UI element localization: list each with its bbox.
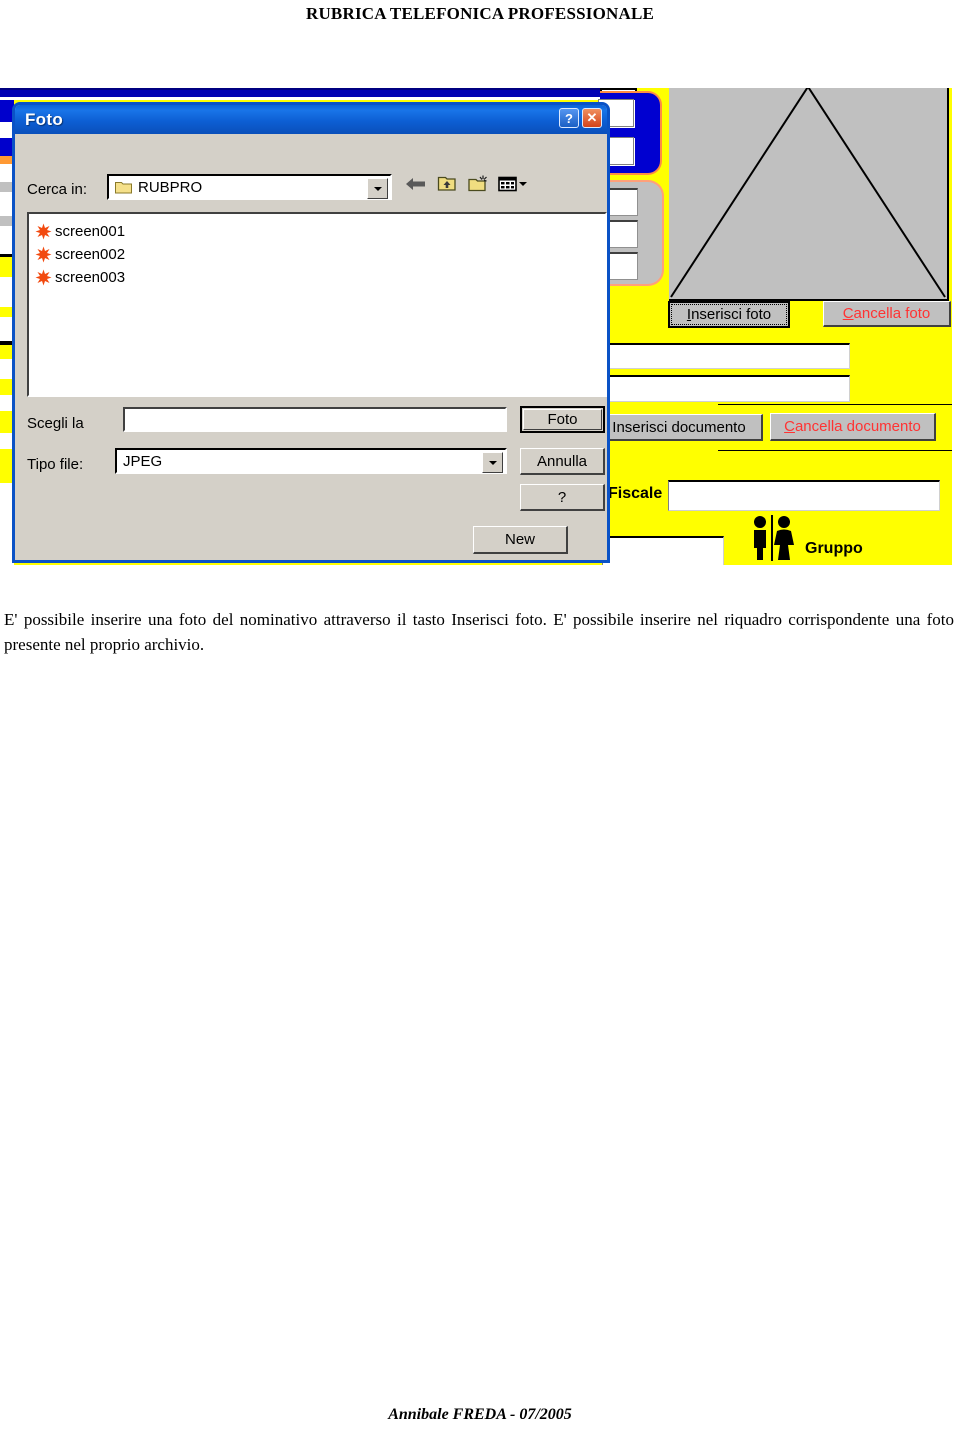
bg-text-field-bottom[interactable] <box>602 536 724 565</box>
dialog-window-buttons: ? ✕ <box>559 108 602 128</box>
people-icon <box>754 515 794 561</box>
screenshot-figure: Inserisci foto Cancella foto Inserisci d… <box>0 88 952 565</box>
open-button-label: Foto <box>547 411 578 428</box>
help-button[interactable]: ? <box>520 484 605 511</box>
new-button-label: New <box>504 531 535 548</box>
new-button[interactable]: New <box>473 526 568 554</box>
dialog-body: Cerca in: RUBPRO screen001 screen002 scr… <box>15 134 607 560</box>
list-item[interactable]: screen002 <box>35 243 605 266</box>
body-paragraph: E' possibile inserire una foto del nomin… <box>4 610 954 654</box>
new-folder-icon[interactable] <box>467 174 489 194</box>
photo-placeholder[interactable] <box>669 88 949 301</box>
close-icon[interactable]: ✕ <box>582 108 602 128</box>
delete-photo-button-label: Cancella foto <box>842 305 931 322</box>
cancel-button[interactable]: Annulla <box>520 448 605 475</box>
file-name-input[interactable] <box>123 407 507 432</box>
file-list[interactable]: screen001 screen002 screen003 <box>27 212 607 397</box>
up-one-level-icon[interactable] <box>436 174 458 194</box>
delete-document-button-label: Cancella documento <box>784 418 921 435</box>
list-item[interactable]: screen003 <box>35 266 605 289</box>
look-in-label: Cerca in: <box>27 181 88 198</box>
insert-photo-button-focus: Inserisci foto <box>671 304 787 325</box>
fiscale-field[interactable] <box>668 480 940 511</box>
view-menu-icon[interactable] <box>498 174 517 194</box>
cancel-button-label: Annulla <box>536 452 588 470</box>
dialog-title: Foto <box>25 109 64 129</box>
look-in-value: RUBPRO <box>138 178 203 196</box>
back-arrow-icon[interactable] <box>405 174 427 194</box>
view-menu-group[interactable] <box>498 174 527 194</box>
bg-text-field-1[interactable] <box>608 343 850 369</box>
photo-placeholder-cross-icon <box>670 88 946 298</box>
file-type-dropdown-arrow[interactable] <box>482 452 503 473</box>
fiscale-label: Fiscale <box>608 485 663 502</box>
folder-icon <box>115 181 132 193</box>
dialog-toolbar <box>405 174 527 194</box>
gruppo-label: Gruppo <box>805 540 863 557</box>
bg-text-field-2[interactable] <box>608 375 850 402</box>
file-type-value: JPEG <box>123 452 163 470</box>
list-item-label: screen003 <box>55 269 126 286</box>
look-in-combobox[interactable]: RUBPRO <box>107 174 392 200</box>
help-button-label: ? <box>557 488 567 506</box>
starburst-icon <box>35 223 52 240</box>
view-menu-dropdown-arrow[interactable] <box>519 182 527 186</box>
foto-file-dialog: Foto ? ✕ Cerca in: RUBPRO screen001 scre… <box>12 102 610 563</box>
bg-divider-2 <box>718 450 952 451</box>
dialog-titlebar[interactable]: Foto ? ✕ <box>15 105 607 134</box>
page-footer: Annibale FREDA - 07/2005 <box>388 1406 572 1423</box>
open-button[interactable]: Foto <box>520 406 605 433</box>
list-item-label: screen001 <box>55 223 126 240</box>
insert-document-button[interactable]: Inserisci documento <box>596 414 763 441</box>
insert-document-button-label: Inserisci documento <box>612 418 746 436</box>
open-button-inner: Foto <box>523 409 602 430</box>
delete-document-button[interactable]: Cancella documento <box>770 413 936 441</box>
list-item[interactable]: screen001 <box>35 220 605 243</box>
help-icon[interactable]: ? <box>559 108 579 128</box>
starburst-icon <box>35 246 52 263</box>
file-type-combobox[interactable]: JPEG <box>115 448 507 474</box>
file-type-label: Tipo file: <box>27 456 84 473</box>
starburst-icon <box>35 269 52 286</box>
insert-photo-button-label: Inserisci foto <box>686 306 772 323</box>
bg-divider-1 <box>718 404 952 405</box>
page-title: RUBRICA TELEFONICA PROFESSIONALE <box>305 4 655 23</box>
list-item-label: screen002 <box>55 246 126 263</box>
delete-photo-button[interactable]: Cancella foto <box>823 301 951 327</box>
file-name-label: Scegli la <box>27 415 84 432</box>
background-application: Inserisci foto Cancella foto Inserisci d… <box>596 88 952 565</box>
look-in-dropdown-arrow[interactable] <box>367 178 388 199</box>
insert-photo-button[interactable]: Inserisci foto <box>668 301 790 328</box>
